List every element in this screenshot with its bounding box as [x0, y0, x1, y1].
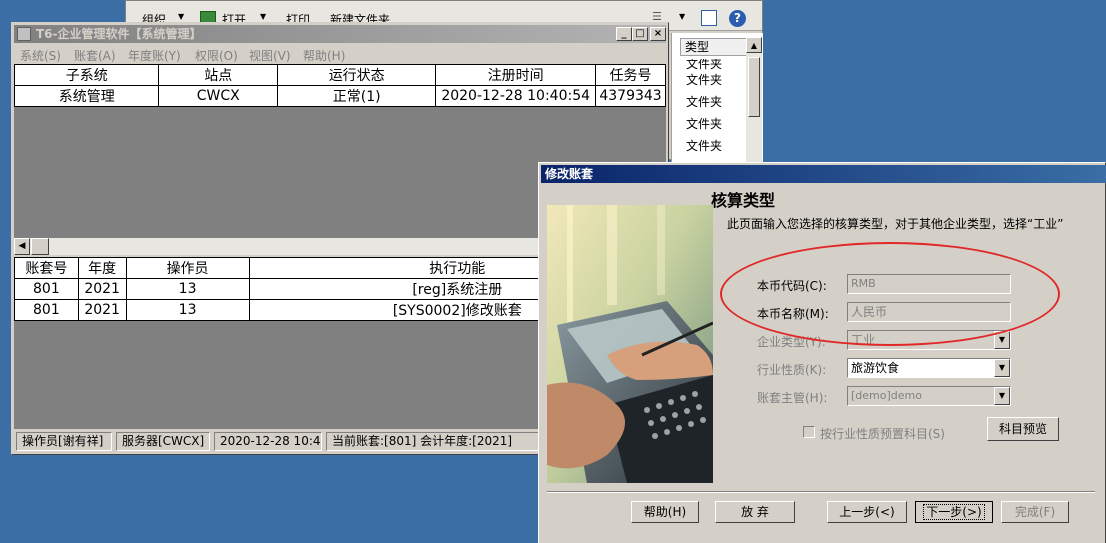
chevron-down-icon[interactable]: ▼ — [994, 331, 1010, 349]
currency-name-label: 本币名称(M): — [757, 307, 829, 321]
file-type-list: 类型 文件夹 文件夹 文件夹 文件夹 文件夹 ▲ — [671, 33, 763, 163]
menu-view[interactable]: 视图(V) — [249, 47, 291, 64]
table-cell: 2020-12-28 10:40:54 — [435, 85, 597, 107]
page-heading: 核算类型 — [711, 191, 776, 210]
cancel-button[interactable]: 放 弃 — [715, 501, 795, 523]
chevron-down-icon[interactable]: ▼ — [178, 12, 184, 21]
table-cell: 2021 — [77, 299, 127, 321]
currency-name-field[interactable]: 人民币 — [847, 302, 1011, 322]
main-title-bar[interactable]: T6-企业管理软件【系统管理】 _ □ × — [14, 25, 666, 43]
maximize-icon[interactable]: □ — [632, 27, 648, 41]
scroll-thumb[interactable] — [31, 238, 49, 255]
account-preview-button[interactable]: 科目预览 — [987, 417, 1059, 441]
currency-code-field[interactable]: RMB — [847, 274, 1011, 294]
company-type-select[interactable]: 工业 ▼ — [847, 330, 1011, 350]
table-cell: 系统管理 — [14, 85, 160, 107]
industry-select[interactable]: 旅游饮食 ▼ — [847, 358, 1011, 378]
close-icon[interactable]: × — [650, 27, 666, 41]
list-item[interactable]: 文件夹 — [686, 59, 722, 72]
vertical-scrollbar[interactable]: ▲ — [746, 37, 762, 163]
table-cell: 13 — [125, 278, 250, 300]
table-cell: 801 — [14, 299, 79, 321]
chevron-down-icon[interactable]: ▼ — [994, 387, 1010, 405]
menu-bar: 系统(S) 账套(A) 年度账(Y) 权限(O) 视图(V) 帮助(H) — [14, 45, 666, 63]
next-step-button[interactable]: 下一步(>) — [915, 501, 993, 523]
dialog-title-bar[interactable]: 修改账套 — [541, 165, 1106, 183]
table-cell: 正常(1) — [277, 85, 437, 107]
table-cell: 2021 — [77, 278, 127, 300]
status-current-account: 当前账套:[801] 会计年度:[2021] — [326, 432, 546, 451]
help-icon[interactable]: ? — [729, 10, 746, 27]
supervisor-select[interactable]: [demo]demo ▼ — [847, 386, 1011, 406]
column-header[interactable]: 任务号 — [595, 64, 666, 86]
app-icon — [17, 27, 31, 41]
menu-account[interactable]: 账套(A) — [74, 47, 116, 64]
column-header[interactable]: 站点 — [158, 64, 279, 86]
table-cell: 801 — [14, 278, 79, 300]
supervisor-value: [demo]demo — [851, 389, 922, 402]
menu-permission[interactable]: 权限(O) — [195, 47, 238, 64]
menu-help[interactable]: 帮助(H) — [303, 47, 345, 64]
column-header[interactable]: 年度 — [77, 257, 127, 279]
scroll-thumb[interactable] — [748, 57, 760, 117]
list-item[interactable]: 文件夹 — [686, 93, 722, 110]
column-header[interactable]: 注册时间 — [435, 64, 597, 86]
table-row[interactable]: 系统管理 CWCX 正常(1) 2020-12-28 10:40:54 4379… — [14, 85, 666, 107]
prev-step-button[interactable]: 上一步(<) — [827, 501, 907, 523]
scroll-left-icon[interactable]: ◀ — [14, 238, 30, 255]
table-cell: 13 — [125, 299, 250, 321]
list-item[interactable]: 文件夹 — [686, 71, 722, 88]
chevron-down-icon[interactable]: ▼ — [260, 12, 266, 21]
finish-button[interactable]: 完成(F) — [1001, 501, 1069, 523]
dialog-title: 修改账套 — [545, 167, 594, 181]
window-title: T6-企业管理软件【系统管理】 — [36, 27, 202, 41]
preview-pane-icon[interactable] — [701, 10, 717, 26]
next-step-label: 下一步(>) — [923, 504, 985, 520]
chevron-down-icon[interactable]: ▼ — [679, 12, 685, 21]
tablet-stylus-image — [547, 205, 713, 483]
table-cell: 4379343 — [595, 85, 666, 107]
table-cell: CWCX — [158, 85, 279, 107]
scroll-up-icon[interactable]: ▲ — [746, 37, 762, 53]
list-item[interactable]: 文件夹 — [686, 115, 722, 132]
company-type-label: 企业类型(Y): — [757, 335, 826, 349]
table-header-row: 子系统 站点 运行状态 注册时间 任务号 — [14, 64, 666, 86]
status-server: 服务器[CWCX] — [116, 432, 210, 451]
industry-label: 行业性质(K): — [757, 363, 827, 377]
column-header[interactable]: 账套号 — [14, 257, 79, 279]
menu-year-account[interactable]: 年度账(Y) — [128, 47, 181, 64]
industry-value: 旅游饮食 — [851, 361, 900, 375]
page-description: 此页面输入您选择的核算类型，对于其他企业类型，选择“工业” — [727, 217, 1064, 231]
list-item[interactable]: 文件夹 — [686, 137, 722, 154]
chevron-down-icon[interactable]: ▼ — [994, 359, 1010, 377]
help-button[interactable]: 帮助(H) — [631, 501, 699, 523]
type-column-header[interactable]: 类型 — [680, 38, 750, 56]
column-header[interactable]: 运行状态 — [277, 64, 437, 86]
supervisor-label: 账套主管(H): — [757, 391, 828, 405]
column-header[interactable]: 操作员 — [125, 257, 250, 279]
status-datetime: 2020-12-28 10:41 — [214, 432, 322, 451]
status-operator: 操作员[谢有祥] — [16, 432, 112, 451]
column-header[interactable]: 子系统 — [14, 64, 160, 86]
minimize-icon[interactable]: _ — [616, 27, 632, 41]
preset-accounts-label: 按行业性质预置科目(S) — [820, 427, 945, 441]
dialog-separator — [547, 491, 1095, 493]
currency-code-label: 本币代码(C): — [757, 279, 827, 293]
company-type-value: 工业 — [851, 333, 876, 347]
modify-account-dialog: 修改账套 核算类型 此页面输入您选择的核算类型，对于其他企业类型，选择“工业” — [538, 162, 1106, 543]
preset-accounts-checkbox[interactable] — [803, 426, 815, 438]
menu-system[interactable]: 系统(S) — [20, 47, 61, 64]
